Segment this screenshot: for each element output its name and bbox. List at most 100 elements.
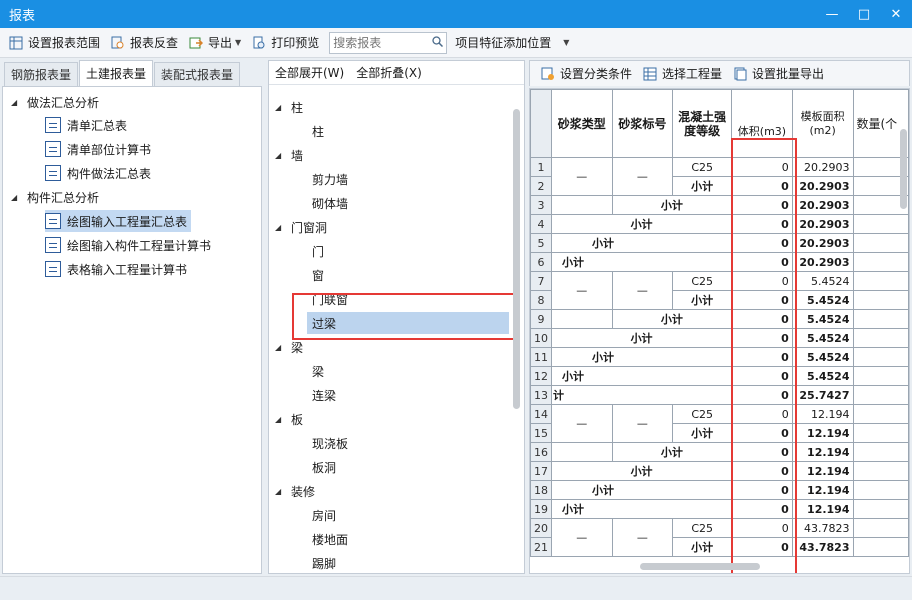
vertical-scrollbar[interactable]	[513, 109, 520, 409]
collapse-triangle-icon[interactable]: ◢	[275, 223, 285, 232]
component-group-wall[interactable]: ◢ 墙	[275, 144, 303, 166]
horizontal-scrollbar[interactable]	[640, 563, 760, 570]
tab-civil-report[interactable]: 土建报表量	[79, 60, 154, 86]
column-header[interactable]: 砂浆类型	[551, 89, 613, 158]
collapse-triangle-icon[interactable]: ◢	[11, 98, 21, 107]
tree-item-bill-location[interactable]: 清单部位计算书	[45, 138, 151, 160]
tree-item-bill-summary[interactable]: 清单汇总表	[45, 114, 127, 136]
feature-position-dropdown[interactable]: 项目特征添加位置 ▼	[451, 31, 573, 55]
component-item[interactable]: 剪力墙	[312, 168, 348, 190]
row-number: 17	[530, 461, 552, 481]
tree-group-method-summary[interactable]: ◢ 做法汇总分析	[11, 91, 99, 113]
search-icon[interactable]	[428, 35, 446, 50]
tab-rebar-report[interactable]: 钢筋报表量	[4, 62, 79, 86]
collapse-triangle-icon[interactable]: ◢	[275, 151, 285, 160]
cell-form-area: 12.194	[791, 499, 854, 519]
component-item[interactable]: 砌体墙	[312, 192, 348, 214]
cell-count	[852, 347, 909, 367]
tree-item-table-input-calc[interactable]: 表格输入工程量计算书	[45, 258, 187, 280]
maximize-button[interactable]: □	[848, 0, 880, 28]
table-row[interactable]: 1 — — C25 0 20.2903	[530, 157, 909, 196]
cell-form-area: 43.7823	[791, 537, 854, 557]
table-row[interactable]: 16 小计 0 12.194	[530, 442, 909, 462]
cell-concrete-grade: C25	[672, 518, 733, 538]
table-row[interactable]: 4 小计 0 20.2903	[530, 214, 909, 234]
table-row[interactable]: 11 小计 0 5.4524	[530, 347, 909, 367]
component-group-opening[interactable]: ◢ 门窗洞	[275, 216, 327, 238]
tree-item-drawing-quantity-summary[interactable]: 绘图输入工程量汇总表	[45, 210, 192, 232]
component-item[interactable]: 连梁	[312, 384, 336, 406]
report-check-label: 报表反查	[130, 36, 179, 50]
table-row[interactable]: 5 小计 0 20.2903	[530, 233, 909, 253]
component-item[interactable]: 楼地面	[312, 528, 348, 550]
cell-total-label: 计	[550, 385, 733, 405]
row-number: 15	[530, 423, 552, 443]
tree-group-label: 构件汇总分析	[27, 190, 100, 205]
collapse-triangle-icon[interactable]: ◢	[275, 487, 285, 496]
tree-group-label: 做法汇总分析	[27, 95, 100, 110]
minimize-button[interactable]: —	[816, 0, 848, 28]
set-report-range-button[interactable]: 设置报表范围	[4, 31, 104, 55]
component-item[interactable]: 踢脚	[312, 552, 336, 574]
table-row[interactable]: 9 小计 0 5.4524	[530, 309, 909, 329]
expand-all-button[interactable]: 全部展开(W)	[275, 64, 344, 81]
cell-mortar-grade: —	[611, 518, 674, 557]
select-quantity-button[interactable]: 选择工程量	[638, 62, 726, 86]
print-preview-button[interactable]: 打印预览	[247, 31, 323, 55]
table-row[interactable]: 7 — — C25 0 5.4524	[530, 271, 909, 310]
component-item[interactable]: 房间	[312, 504, 336, 526]
report-search-box[interactable]	[329, 31, 448, 54]
component-group-finish[interactable]: ◢ 装修	[275, 480, 315, 502]
component-item[interactable]: 门	[312, 240, 324, 262]
cell-form-area: 5.4524	[791, 366, 854, 386]
table-row[interactable]: 17 小计 0 12.194	[530, 461, 909, 481]
report-search-input[interactable]	[330, 35, 429, 50]
table-row[interactable]: 3 小计 0 20.2903	[530, 195, 909, 215]
cell-subtotal-label: 小计	[611, 309, 733, 329]
tree-item-component-method[interactable]: 构件做法汇总表	[45, 162, 151, 184]
batch-export-button[interactable]: 设置批量导出	[728, 62, 828, 86]
table-row[interactable]: 19 小计 0 12.194	[530, 499, 909, 519]
table-row[interactable]: 12 小计 0 5.4524	[530, 366, 909, 386]
component-group-column[interactable]: ◢ 柱	[275, 96, 303, 118]
tree-group-component-summary[interactable]: ◢ 构件汇总分析	[11, 186, 99, 208]
component-item[interactable]: 现浇板	[312, 432, 348, 454]
cell-count	[852, 499, 909, 519]
row-number: 13	[530, 385, 552, 405]
cell-concrete-grade: C25	[672, 157, 733, 177]
component-group-slab[interactable]: ◢ 板	[275, 408, 303, 430]
print-preview-icon	[251, 35, 267, 51]
table-row[interactable]: 14 — — C25 0 12.194	[530, 404, 909, 443]
report-check-button[interactable]: 报表反查	[106, 31, 182, 55]
component-group-beam[interactable]: ◢ 梁	[275, 336, 303, 358]
cell-count	[852, 214, 909, 234]
collapse-all-button[interactable]: 全部折叠(X)	[356, 64, 422, 81]
component-item[interactable]: 梁	[312, 360, 324, 382]
column-header[interactable]: 砂浆标号	[611, 89, 674, 158]
set-category-button[interactable]: 设置分类条件	[536, 62, 636, 86]
table-row[interactable]: 20 — — C25 0 43.7823	[530, 518, 909, 557]
table-row[interactable]: 10 小计 0 5.4524	[530, 328, 909, 348]
row-number: 12	[530, 366, 552, 386]
component-item[interactable]: 窗	[312, 264, 324, 286]
print-preview-label: 打印预览	[271, 36, 320, 50]
component-item[interactable]: 板洞	[312, 456, 336, 478]
close-button[interactable]: ✕	[880, 0, 912, 28]
table-row[interactable]: 13 计 0 25.7427	[530, 385, 909, 405]
column-header[interactable]: 模板面积(m2)	[791, 89, 854, 158]
collapse-triangle-icon[interactable]: ◢	[275, 103, 285, 112]
export-button[interactable]: 导出 ▼	[184, 31, 245, 55]
tree-item-drawing-component-calc[interactable]: 绘图输入构件工程量计算书	[45, 234, 211, 256]
vertical-scrollbar[interactable]	[900, 129, 907, 209]
column-header[interactable]: 混凝土强度等级	[672, 89, 733, 158]
cell-count	[852, 518, 909, 538]
collapse-triangle-icon[interactable]: ◢	[275, 343, 285, 352]
cell-subtotal-label: 小计	[611, 195, 733, 215]
collapse-triangle-icon[interactable]: ◢	[275, 415, 285, 424]
collapse-triangle-icon[interactable]: ◢	[11, 193, 21, 202]
component-item[interactable]: 柱	[312, 120, 324, 142]
table-row[interactable]: 6 小计 0 20.2903	[530, 252, 909, 272]
table-row[interactable]: 18 小计 0 12.194	[530, 480, 909, 500]
tab-prefab-report[interactable]: 装配式报表量	[154, 62, 241, 86]
cell-subtotal-label: 小计	[550, 347, 733, 367]
